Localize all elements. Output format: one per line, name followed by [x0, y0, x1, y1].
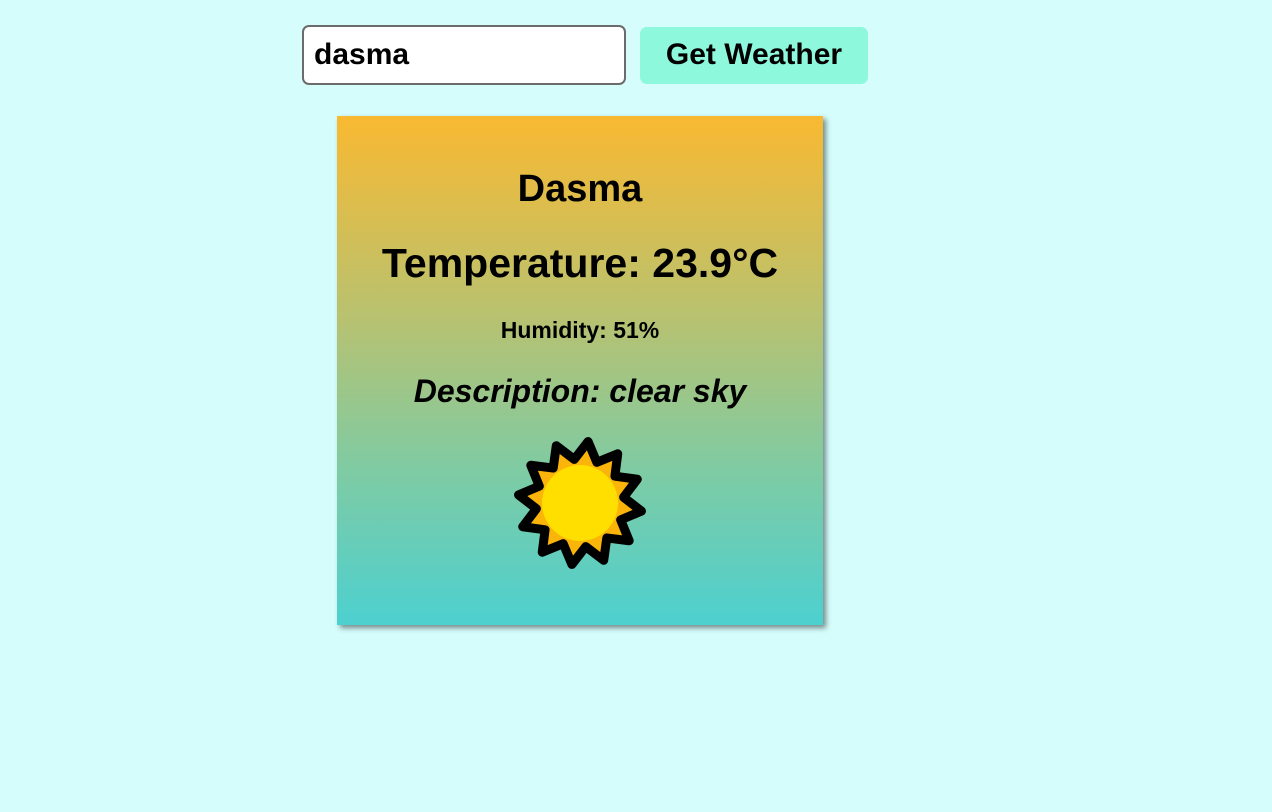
- search-bar: Get Weather: [302, 25, 868, 85]
- weather-card: Dasma Temperature: 23.9°C Humidity: 51% …: [337, 116, 823, 625]
- temperature-text: Temperature: 23.9°C: [381, 240, 779, 286]
- get-weather-button[interactable]: Get Weather: [640, 26, 868, 84]
- city-input[interactable]: [302, 25, 626, 85]
- humidity-text: Humidity: 51%: [500, 317, 660, 343]
- description-text: Description: clear sky: [413, 373, 747, 409]
- city-name: Dasma: [517, 168, 643, 210]
- sun-icon: [514, 437, 646, 569]
